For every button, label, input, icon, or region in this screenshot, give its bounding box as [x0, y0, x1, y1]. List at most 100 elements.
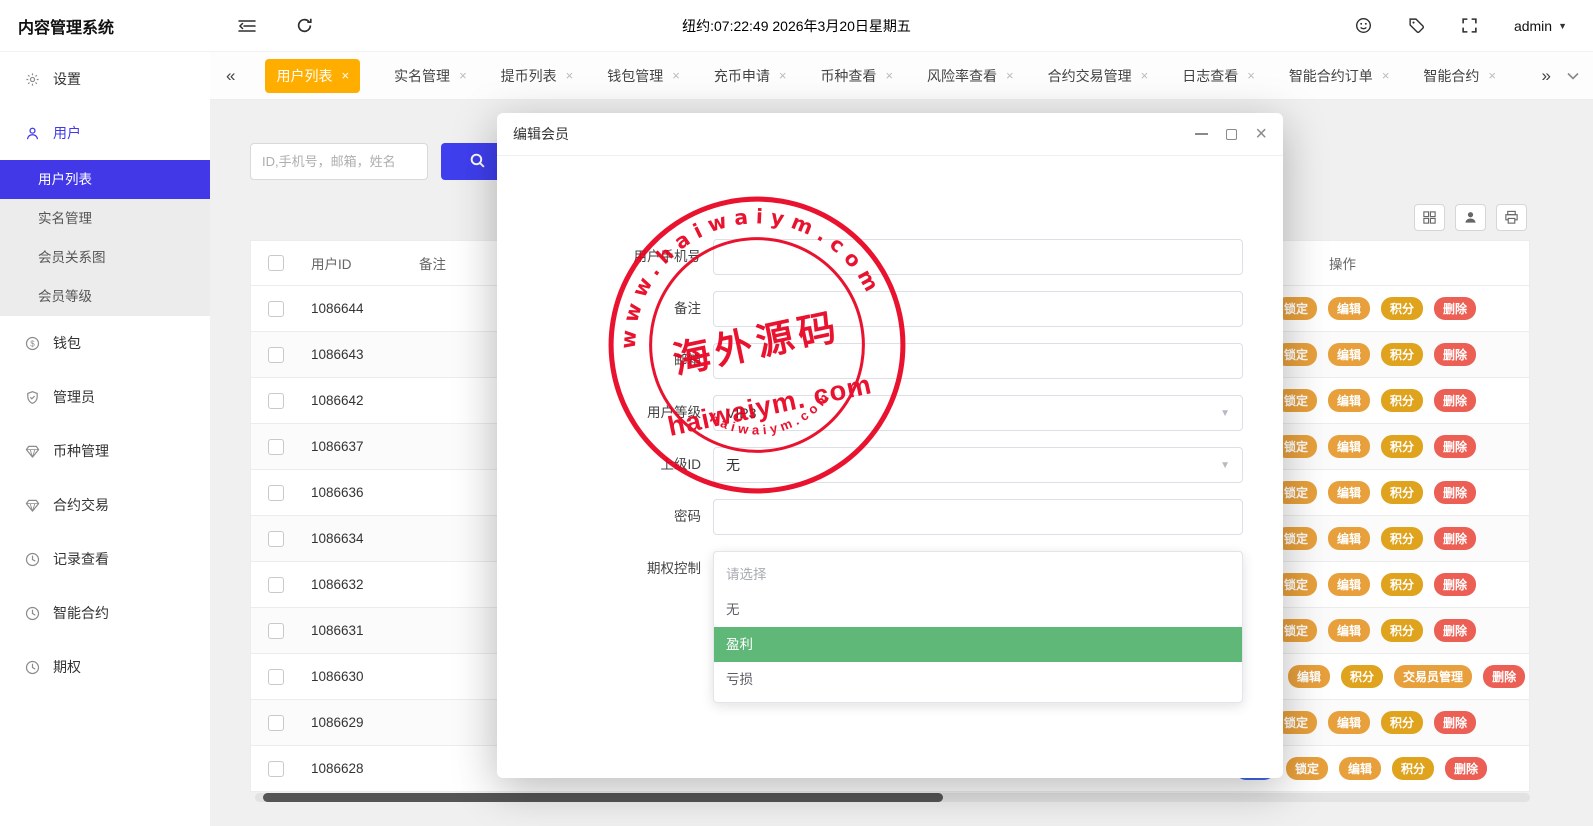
- tag-icon[interactable]: [1408, 17, 1425, 34]
- scrollbar-thumb[interactable]: [263, 793, 943, 802]
- action-button[interactable]: 积分: [1381, 573, 1424, 596]
- dropdown-option[interactable]: 亏损: [714, 662, 1242, 697]
- close-icon[interactable]: ×: [1255, 124, 1267, 144]
- select-field[interactable]: VIP3 ▼: [713, 395, 1243, 431]
- action-button[interactable]: 编辑: [1328, 619, 1371, 642]
- action-button[interactable]: 积分: [1381, 435, 1424, 458]
- tab-close-icon[interactable]: ×: [1488, 69, 1496, 82]
- action-button[interactable]: 删除: [1483, 665, 1526, 688]
- action-button[interactable]: 积分: [1381, 389, 1424, 412]
- sidebar-item[interactable]: 记录查看: [0, 532, 210, 586]
- user-menu[interactable]: admin ▼: [1514, 18, 1567, 34]
- search-input[interactable]: [250, 143, 428, 180]
- sidebar-subitem[interactable]: 会员等级: [0, 277, 210, 316]
- action-button[interactable]: 编辑: [1328, 343, 1371, 366]
- tab-close-icon[interactable]: ×: [779, 69, 787, 82]
- dropdown-option[interactable]: 无: [714, 592, 1242, 627]
- action-button[interactable]: 积分: [1381, 343, 1424, 366]
- action-button[interactable]: 删除: [1434, 573, 1477, 596]
- collapse-sidebar-icon[interactable]: [238, 17, 256, 34]
- action-button[interactable]: 编辑: [1328, 573, 1371, 596]
- input-field[interactable]: [713, 499, 1243, 535]
- action-button[interactable]: 积分: [1381, 297, 1424, 320]
- tab-close-icon[interactable]: ×: [885, 69, 893, 82]
- print-icon[interactable]: [1496, 204, 1527, 231]
- sidebar-item[interactable]: 币种管理: [0, 424, 210, 478]
- action-button[interactable]: 积分: [1392, 757, 1435, 780]
- input-field[interactable]: [713, 291, 1243, 327]
- action-button[interactable]: 积分: [1381, 481, 1424, 504]
- action-button[interactable]: 删除: [1434, 481, 1477, 504]
- tab[interactable]: 智能合约 ×: [1423, 66, 1496, 86]
- select-all-checkbox[interactable]: [268, 255, 284, 271]
- action-button[interactable]: 删除: [1434, 527, 1477, 550]
- tab-close-icon[interactable]: ×: [672, 69, 680, 82]
- refresh-icon[interactable]: [296, 17, 313, 34]
- dropdown-option[interactable]: 盈利: [714, 627, 1242, 662]
- select-field[interactable]: 无 ▼: [713, 447, 1243, 483]
- action-button[interactable]: 删除: [1434, 297, 1477, 320]
- tab-close-icon[interactable]: ×: [459, 69, 467, 82]
- action-button[interactable]: 编辑: [1328, 527, 1371, 550]
- row-checkbox[interactable]: [268, 576, 284, 593]
- row-checkbox[interactable]: [268, 392, 284, 409]
- horizontal-scrollbar[interactable]: [255, 793, 1530, 802]
- action-button[interactable]: 交易员管理: [1394, 665, 1473, 688]
- tab[interactable]: 用户列表 ×: [265, 58, 361, 93]
- tabs-menu-icon[interactable]: [1567, 72, 1579, 80]
- action-button[interactable]: 积分: [1381, 619, 1424, 642]
- row-checkbox[interactable]: [268, 530, 284, 547]
- action-button[interactable]: 编辑: [1339, 757, 1382, 780]
- input-field[interactable]: [713, 343, 1243, 379]
- face-icon[interactable]: [1355, 17, 1372, 34]
- sidebar-item[interactable]: $ 钱包: [0, 316, 210, 370]
- sidebar-subitem[interactable]: 会员关系图: [0, 238, 210, 277]
- action-button[interactable]: 积分: [1381, 527, 1424, 550]
- sidebar-item[interactable]: 智能合约: [0, 586, 210, 640]
- action-button[interactable]: 编辑: [1328, 711, 1371, 734]
- action-button[interactable]: 删除: [1434, 711, 1477, 734]
- tab-close-icon[interactable]: ×: [341, 69, 349, 82]
- sidebar-item[interactable]: 管理员: [0, 370, 210, 424]
- action-button[interactable]: 积分: [1381, 711, 1424, 734]
- action-button[interactable]: 编辑: [1328, 481, 1371, 504]
- action-button[interactable]: 积分: [1341, 665, 1384, 688]
- tab[interactable]: 充币申请 ×: [714, 66, 787, 86]
- tab-close-icon[interactable]: ×: [1141, 69, 1149, 82]
- row-checkbox[interactable]: [268, 760, 284, 777]
- tabs-scroll-right-icon[interactable]: »: [1540, 66, 1553, 86]
- row-checkbox[interactable]: [268, 668, 284, 685]
- sidebar-subitem[interactable]: 实名管理: [0, 199, 210, 238]
- action-button[interactable]: 编辑: [1288, 665, 1331, 688]
- dropdown-option[interactable]: 请选择: [714, 557, 1242, 592]
- row-checkbox[interactable]: [268, 484, 284, 501]
- row-checkbox[interactable]: [268, 438, 284, 455]
- row-checkbox[interactable]: [268, 300, 284, 317]
- action-button[interactable]: 删除: [1434, 389, 1477, 412]
- row-checkbox[interactable]: [268, 622, 284, 639]
- sidebar-item[interactable]: 用户: [0, 106, 210, 160]
- sidebar-item[interactable]: 合约交易: [0, 478, 210, 532]
- row-checkbox[interactable]: [268, 346, 284, 363]
- tab-close-icon[interactable]: ×: [1382, 69, 1390, 82]
- row-checkbox[interactable]: [268, 714, 284, 731]
- tab[interactable]: 实名管理 ×: [394, 66, 467, 86]
- tab[interactable]: 风险率查看 ×: [927, 66, 1014, 86]
- action-button[interactable]: 编辑: [1328, 297, 1371, 320]
- action-button[interactable]: 锁定: [1286, 757, 1329, 780]
- tab[interactable]: 合约交易管理 ×: [1048, 66, 1149, 86]
- action-button[interactable]: 删除: [1434, 343, 1477, 366]
- tab[interactable]: 智能合约订单 ×: [1289, 66, 1390, 86]
- fullscreen-icon[interactable]: [1461, 17, 1478, 34]
- sidebar-item[interactable]: 期权: [0, 640, 210, 694]
- tab[interactable]: 日志查看 ×: [1182, 66, 1255, 86]
- grid-layout-icon[interactable]: [1414, 204, 1445, 231]
- action-button[interactable]: 删除: [1445, 757, 1488, 780]
- tab-close-icon[interactable]: ×: [1006, 69, 1014, 82]
- tab[interactable]: 钱包管理 ×: [607, 66, 680, 86]
- maximize-icon[interactable]: [1226, 128, 1238, 140]
- action-button[interactable]: 删除: [1434, 435, 1477, 458]
- tab[interactable]: 提币列表 ×: [501, 66, 574, 86]
- sidebar-subitem[interactable]: 用户列表: [0, 160, 210, 199]
- action-button[interactable]: 编辑: [1328, 389, 1371, 412]
